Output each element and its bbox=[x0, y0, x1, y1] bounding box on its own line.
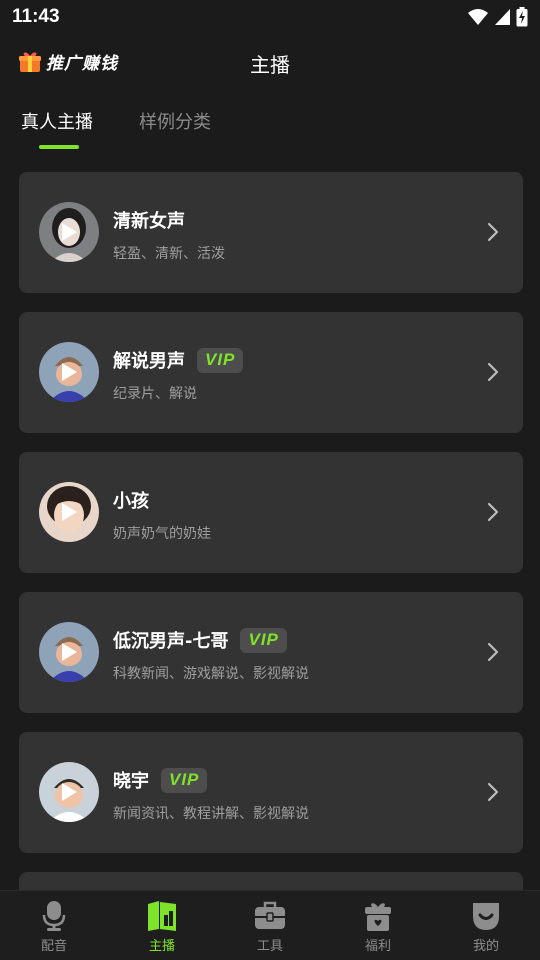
vip-badge: VIP bbox=[197, 347, 244, 373]
chevron-right-icon bbox=[487, 642, 499, 662]
vip-badge: VIP bbox=[240, 627, 287, 653]
voice-description: 新闻资讯、教程讲解、影视解说 bbox=[113, 806, 309, 822]
status-time: 11:43 bbox=[12, 6, 60, 27]
profile-face-icon bbox=[473, 903, 499, 930]
voice-card[interactable]: 低沉男声-七哥 VIP 科教新闻、游戏解说、影视解说 bbox=[19, 592, 523, 713]
play-sample-button[interactable] bbox=[39, 202, 99, 262]
play-sample-button[interactable] bbox=[39, 622, 99, 682]
play-sample-button[interactable] bbox=[39, 342, 99, 402]
play-icon bbox=[62, 503, 77, 521]
play-sample-button[interactable] bbox=[39, 482, 99, 542]
battery-charging-icon bbox=[516, 7, 528, 27]
voice-description: 轻盈、清新、活泼 bbox=[113, 246, 225, 262]
tab-real-anchors[interactable]: 真人主播 bbox=[21, 108, 93, 134]
voice-name: 低沉男声-七哥 VIP bbox=[113, 627, 287, 653]
play-icon bbox=[62, 643, 77, 661]
voice-name-text: 小孩 bbox=[113, 491, 149, 512]
play-icon bbox=[62, 223, 77, 241]
chevron-right-icon bbox=[487, 222, 499, 242]
toolbox-icon bbox=[255, 901, 285, 929]
wifi-icon bbox=[468, 9, 488, 25]
bottom-nav: 配音 主播 工具 福利 我的 bbox=[0, 890, 540, 960]
play-icon bbox=[62, 783, 77, 801]
header: 推广赚钱 主播 bbox=[0, 40, 540, 86]
voice-description: 纪录片、解说 bbox=[113, 386, 197, 402]
voice-name-text: 低沉男声-七哥 bbox=[113, 631, 229, 652]
play-sample-button[interactable] bbox=[39, 762, 99, 822]
voice-card[interactable]: 晓宇 VIP 新闻资讯、教程讲解、影视解说 bbox=[19, 732, 523, 853]
voice-name: 小孩 bbox=[113, 487, 149, 513]
nav-tools[interactable]: 工具 bbox=[216, 891, 324, 960]
nav-label: 福利 bbox=[364, 939, 391, 954]
nav-profile[interactable]: 我的 bbox=[432, 891, 540, 960]
voice-name: 晓宇 VIP bbox=[113, 767, 208, 793]
tab-bar: 真人主播 样例分类 bbox=[0, 104, 540, 152]
voice-name: 清新女声 bbox=[113, 207, 185, 233]
vip-badge: VIP bbox=[161, 767, 208, 793]
voice-card[interactable]: 小孩 奶声奶气的奶娃 bbox=[19, 452, 523, 573]
tab-active-indicator bbox=[39, 145, 79, 149]
gift-icon bbox=[365, 903, 391, 931]
nav-label: 工具 bbox=[256, 939, 283, 954]
status-bar: 11:43 bbox=[0, 0, 540, 34]
microphone-icon bbox=[42, 901, 66, 931]
nav-dubbing[interactable]: 配音 bbox=[0, 891, 108, 960]
voice-card[interactable]: 清新女声 轻盈、清新、活泼 bbox=[19, 172, 523, 293]
nav-label: 主播 bbox=[148, 939, 175, 954]
voice-description: 科教新闻、游戏解说、影视解说 bbox=[113, 666, 309, 682]
nav-label: 配音 bbox=[40, 939, 67, 954]
tab-sample-categories[interactable]: 样例分类 bbox=[139, 108, 211, 134]
voice-description: 奶声奶气的奶娃 bbox=[113, 526, 211, 542]
status-icons bbox=[467, 7, 528, 27]
anchor-book-icon bbox=[148, 901, 176, 931]
voice-card[interactable]: 解说男声 VIP 纪录片、解说 bbox=[19, 312, 523, 433]
signal-icon bbox=[495, 9, 510, 25]
nav-label: 我的 bbox=[472, 939, 499, 954]
nav-welfare[interactable]: 福利 bbox=[324, 891, 432, 960]
chevron-right-icon bbox=[487, 782, 499, 802]
chevron-right-icon bbox=[487, 502, 499, 522]
nav-anchors[interactable]: 主播 bbox=[108, 891, 216, 960]
voice-name-text: 清新女声 bbox=[113, 211, 185, 232]
play-icon bbox=[62, 363, 77, 381]
page-title: 主播 bbox=[250, 53, 290, 77]
chevron-right-icon bbox=[487, 362, 499, 382]
voice-list: 清新女声 轻盈、清新、活泼 解说男声 VIP 纪录片、解说 小孩 奶声奶气的奶娃… bbox=[19, 172, 523, 931]
voice-name-text: 解说男声 bbox=[113, 351, 185, 372]
voice-name: 解说男声 VIP bbox=[113, 347, 244, 373]
voice-name-text: 晓宇 bbox=[113, 771, 149, 792]
